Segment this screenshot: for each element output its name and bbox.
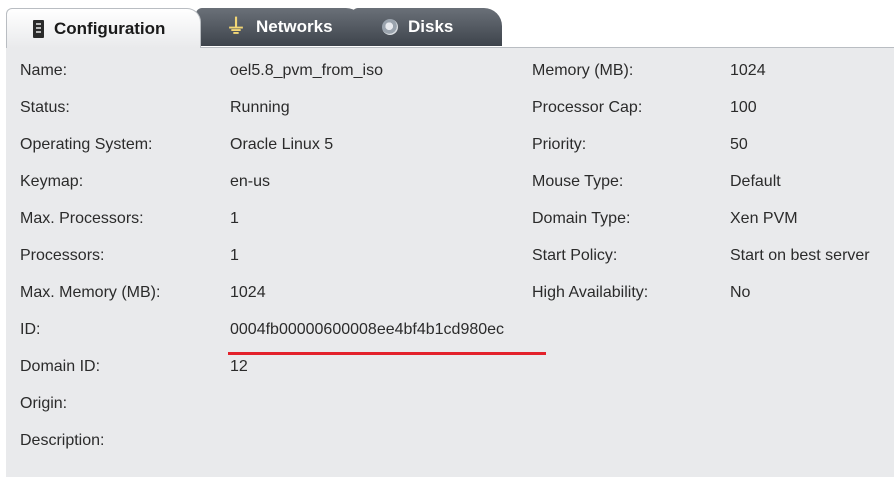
property-value: 12 — [230, 358, 248, 375]
property-row-processors: Processors: 1 Start Policy: Start on bes… — [6, 247, 894, 281]
property-value: No — [730, 284, 751, 301]
property-label: Start Policy: — [532, 247, 618, 264]
id-highlight-underline — [228, 352, 546, 355]
property-row-origin: Origin: — [6, 395, 894, 429]
network-icon: ⏚ — [226, 16, 246, 38]
property-label: Status: — [20, 99, 70, 116]
property-row-keymap: Keymap: en-us Mouse Type: Default — [6, 173, 894, 207]
tab-configuration-label: Configuration — [54, 18, 166, 38]
property-label: ID: — [20, 321, 41, 338]
property-row-status: Status: Running Processor Cap: 100 — [6, 99, 894, 133]
property-label: Operating System: — [20, 136, 153, 153]
property-label: Keymap: — [20, 173, 84, 190]
property-row-domain-id: Domain ID: 12 — [6, 358, 894, 392]
property-row-os: Operating System: Oracle Linux 5 Priorit… — [6, 136, 894, 170]
property-value: Running — [230, 99, 290, 116]
property-value: 1 — [230, 247, 239, 264]
property-label: Processor Cap: — [532, 99, 643, 116]
property-label: Max. Processors: — [20, 210, 144, 227]
disk-icon — [382, 19, 398, 35]
property-value: 1024 — [230, 284, 266, 301]
property-value: en-us — [230, 173, 271, 190]
property-row-description: Description: — [6, 432, 894, 466]
tab-configuration[interactable]: Configuration — [6, 8, 201, 48]
property-label: Name: — [20, 62, 68, 79]
property-label: Processors: — [20, 247, 105, 264]
property-value: 1024 — [730, 62, 766, 79]
property-value: Start on best server — [730, 247, 870, 264]
property-label: Max. Memory (MB): — [20, 284, 161, 301]
property-value: 100 — [730, 99, 757, 116]
property-value: oel5.8_pvm_from_iso — [230, 62, 383, 79]
property-label: Memory (MB): — [532, 62, 634, 79]
property-label: Domain Type: — [532, 210, 631, 227]
property-label: Mouse Type: — [532, 173, 624, 190]
property-row-id: ID: 0004fb00000600008ee4bf4b1cd980ec — [6, 321, 894, 355]
property-value: Xen PVM — [730, 210, 798, 227]
tab-networks[interactable]: ⏚ Networks — [196, 8, 364, 46]
property-label: Origin: — [20, 395, 68, 412]
property-value: Oracle Linux 5 — [230, 136, 334, 153]
configuration-panel: Name: oel5.8_pvm_from_iso Memory (MB): 1… — [6, 47, 894, 477]
property-row-max-processors: Max. Processors: 1 Domain Type: Xen PVM — [6, 210, 894, 244]
property-value: Default — [730, 173, 781, 190]
tab-disks-label: Disks — [408, 17, 454, 36]
tab-bar: Configuration ⏚ Networks Disks — [0, 0, 894, 48]
configuration-icon — [33, 19, 44, 38]
property-label: Priority: — [532, 136, 587, 153]
property-value: 1 — [230, 210, 239, 227]
property-label: Description: — [20, 432, 105, 449]
property-label: Domain ID: — [20, 358, 101, 375]
property-value: 50 — [730, 136, 748, 153]
property-row-max-memory: Max. Memory (MB): 1024 High Availability… — [6, 284, 894, 318]
tab-disks[interactable]: Disks — [352, 8, 502, 46]
property-value-id: 0004fb00000600008ee4bf4b1cd980ec — [230, 321, 505, 338]
property-label: High Availability: — [532, 284, 649, 301]
tab-networks-label: Networks — [256, 17, 333, 36]
property-row-name: Name: oel5.8_pvm_from_iso Memory (MB): 1… — [6, 62, 894, 96]
